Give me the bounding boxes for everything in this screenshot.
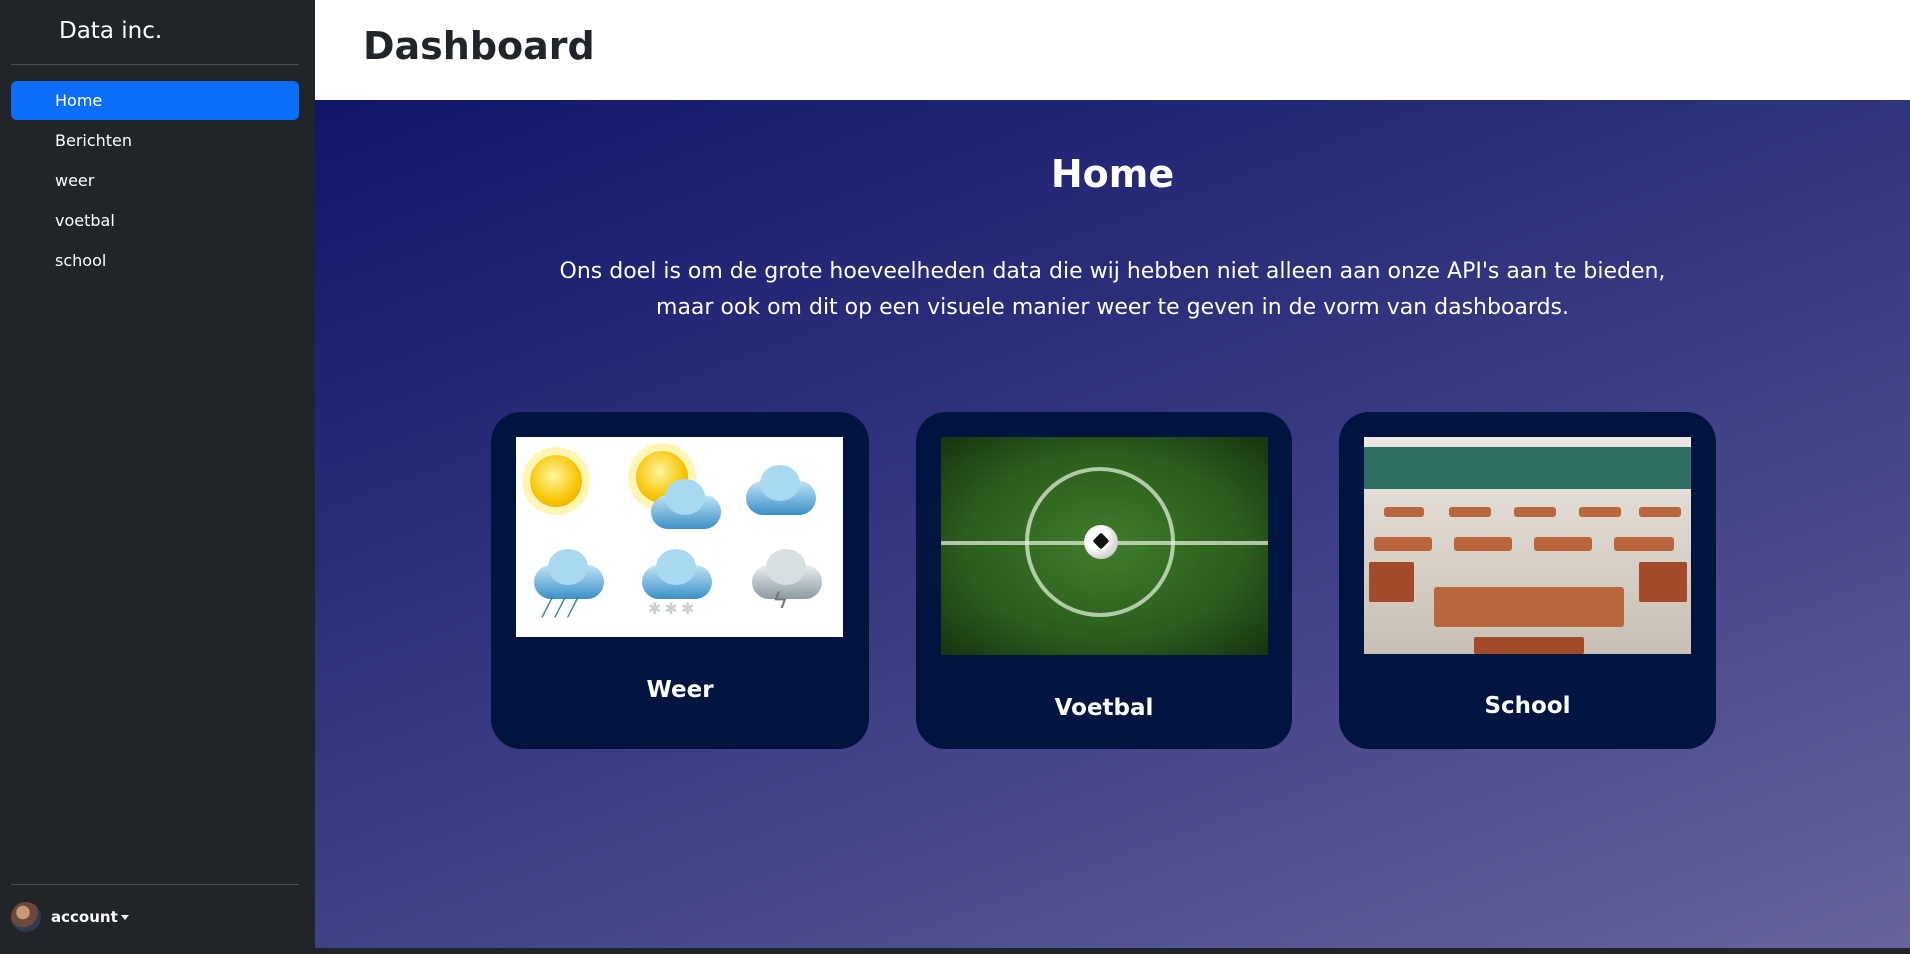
chair (1639, 562, 1687, 602)
card-label: Weer (646, 677, 714, 703)
avatar (11, 902, 41, 932)
football-icon (1084, 525, 1118, 559)
desk (1639, 507, 1681, 517)
sidebar-item-voetbal[interactable]: voetbal (11, 201, 299, 240)
brand-title[interactable]: Data inc. (59, 18, 162, 44)
page-title: Dashboard (363, 24, 595, 68)
main-content: Home Ons doel is om de grote hoeveelhede… (315, 100, 1910, 948)
intro-line: Ons doel is om de grote hoeveelheden dat… (559, 259, 1666, 284)
snow-cloud-icon (642, 549, 712, 599)
football-pitch-image (941, 437, 1268, 655)
desk (1579, 507, 1621, 517)
sidebar-item-school[interactable]: school (11, 241, 299, 280)
account-dropdown[interactable]: account (11, 902, 129, 932)
snowflakes-icon: ✱✱✱ (648, 601, 698, 618)
desk (1434, 587, 1624, 627)
weather-icons-image: ╱╱╱ ✱✱✱ ϟ (516, 437, 843, 637)
account-label: account (51, 908, 118, 926)
chalkboard (1364, 447, 1691, 489)
sidebar-item-home[interactable]: Home (11, 81, 299, 120)
sun-icon (530, 455, 582, 507)
chair (1369, 562, 1414, 602)
card-weer[interactable]: ╱╱╱ ✱✱✱ ϟ Weer (491, 412, 869, 749)
cloud-icon (651, 479, 721, 529)
sidebar-item-berichten[interactable]: Berichten (11, 121, 299, 160)
page-header: Dashboard (315, 0, 1910, 100)
desk (1449, 507, 1491, 517)
section-title: Home (1050, 152, 1175, 196)
desk (1534, 537, 1592, 551)
sidebar-item-weer[interactable]: weer (11, 161, 299, 200)
sidebar-nav: Home Berichten weer voetbal school (11, 81, 299, 281)
classroom-image (1364, 437, 1691, 654)
card-school[interactable]: School (1339, 412, 1716, 749)
storm-cloud-icon (752, 549, 822, 599)
card-label: School (1484, 693, 1571, 719)
desk (1514, 507, 1556, 517)
desk (1384, 507, 1424, 517)
sidebar: Data inc. Home Berichten weer voetbal sc… (0, 0, 315, 954)
desk (1614, 537, 1674, 551)
intro-line: maar ook om dit op een visuele manier we… (656, 295, 1569, 320)
cloud-icon (746, 465, 816, 515)
sidebar-divider (11, 64, 299, 65)
lightning-icon: ϟ (774, 587, 787, 614)
caret-down-icon (120, 914, 129, 920)
card-voetbal[interactable]: Voetbal (916, 412, 1292, 749)
intro-text: Ons doel is om de grote hoeveelheden dat… (475, 254, 1750, 326)
card-label: Voetbal (1054, 695, 1154, 721)
desk (1374, 537, 1432, 551)
desk (1454, 537, 1512, 551)
sidebar-divider (11, 884, 299, 885)
rain-cloud-icon (534, 549, 604, 599)
rain-drops-icon: ╱╱╱ (542, 597, 581, 617)
chair (1474, 637, 1584, 654)
